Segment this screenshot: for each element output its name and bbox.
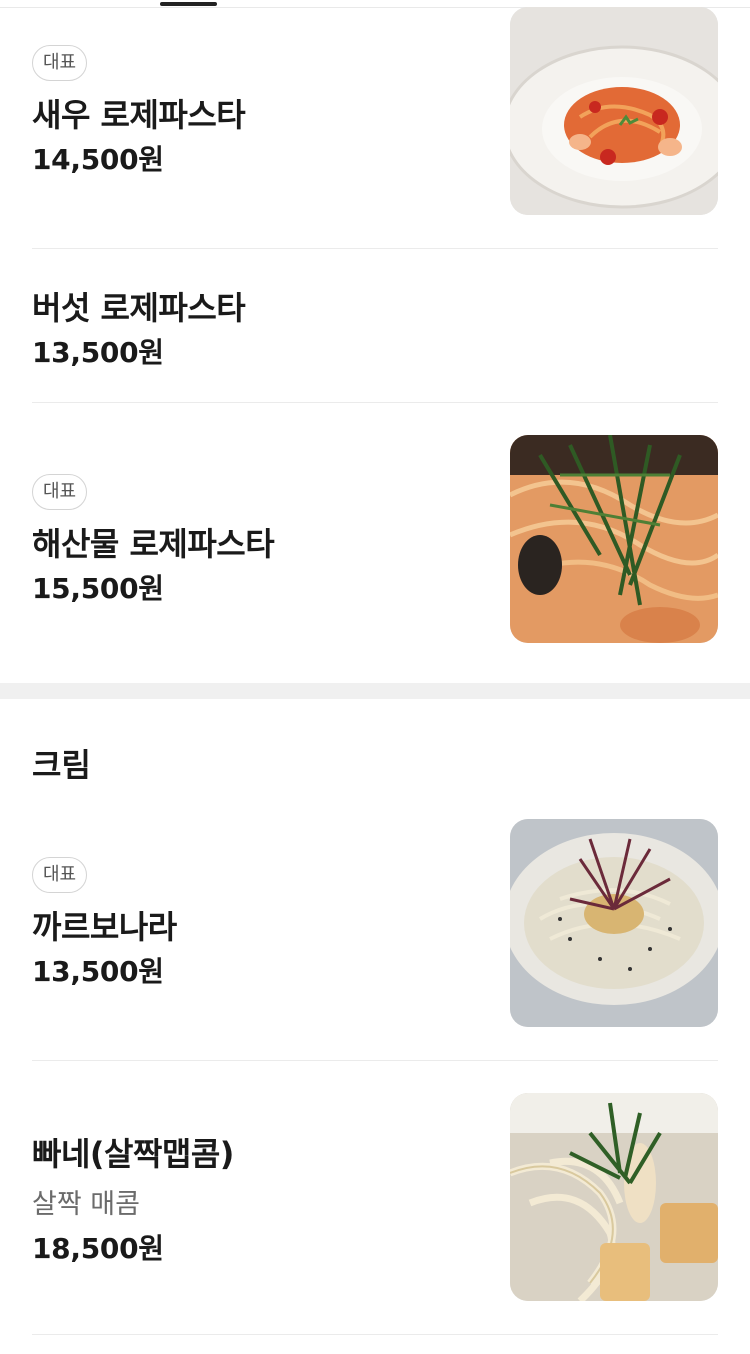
carbonara-photo [510, 819, 718, 1027]
menu-item-price: 14,500원 [32, 143, 164, 176]
panne-photo [510, 1093, 718, 1301]
menu-item-shrimp-rose-pasta[interactable]: 대표 새우 로제파스타 14,500원 [32, 0, 718, 248]
signature-badge: 대표 [32, 474, 88, 510]
item-divider [32, 1334, 718, 1335]
menu-item-name: 새우 로제파스타 [32, 96, 246, 134]
menu-item-price: 15,500원 [32, 572, 164, 605]
menu-item-photo[interactable] [510, 7, 718, 215]
menu-item-photo[interactable] [510, 819, 718, 1027]
menu-item-mushroom-rose-pasta[interactable]: 버섯 로제파스타 13,500원 [32, 249, 718, 402]
menu-item-name: 빠네(살짝맵콤) [32, 1135, 234, 1173]
signature-badge: 대표 [32, 857, 88, 893]
shrimp-rose-pasta-photo [510, 7, 718, 215]
section-separator [0, 683, 750, 699]
menu-item-photo[interactable] [510, 435, 718, 643]
menu-item-photo[interactable] [510, 1093, 718, 1301]
menu-item-price: 13,500원 [32, 955, 164, 988]
menu-item-price: 13,500원 [32, 336, 164, 369]
menu-item-price: 18,500원 [32, 1232, 164, 1265]
menu-item-name: 까르보나라 [32, 908, 177, 946]
seafood-rose-pasta-photo [510, 435, 718, 643]
menu-item-name: 버섯 로제파스타 [32, 289, 246, 327]
menu-item-name: 해산물 로제파스타 [32, 525, 275, 563]
menu-item-panne[interactable]: 빠네(살짝맵콤) 살짝 매콤 18,500원 [32, 1061, 718, 1334]
signature-badge: 대표 [32, 45, 88, 81]
menu-item-seafood-rose-pasta[interactable]: 대표 해산물 로제파스타 15,500원 [32, 403, 718, 683]
menu-item-description: 살짝 매콤 [32, 1189, 140, 1220]
section-title-cream: 크림 [32, 746, 91, 784]
menu-item-carbonara[interactable]: 대표 까르보나라 13,500원 [32, 800, 718, 1060]
